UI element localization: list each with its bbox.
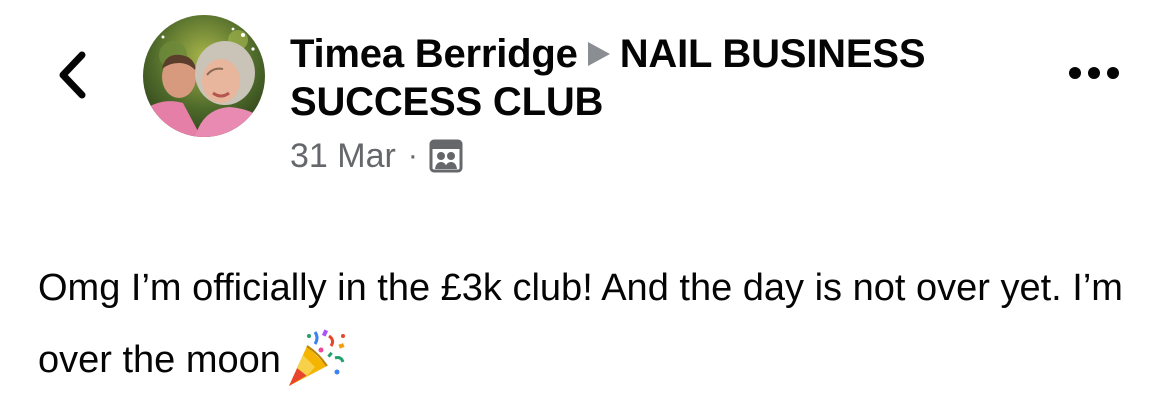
avatar-photo <box>143 15 265 137</box>
back-button[interactable] <box>44 42 100 108</box>
post-text: Omg I’m officially in the £3k club! And … <box>38 252 1148 396</box>
post-header: Timea Berridge NAIL BUSINESS SUCCESS CLUB… <box>290 30 990 176</box>
post-message: Omg I’m officially in the £3k club! And … <box>38 267 1123 381</box>
author-name[interactable]: Timea Berridge <box>290 32 578 76</box>
group-photo-icon[interactable] <box>428 138 464 174</box>
party-popper-icon <box>288 329 345 386</box>
chevron-left-icon <box>59 51 86 99</box>
meta-separator: · <box>407 139 418 172</box>
post-title: Timea Berridge NAIL BUSINESS SUCCESS CLUB <box>290 30 990 126</box>
triangle-right-icon <box>587 42 610 66</box>
post-meta: 31 Mar · <box>290 136 990 176</box>
more-horizontal-icon <box>1069 67 1119 79</box>
more-options-button[interactable] <box>1064 50 1124 96</box>
avatar[interactable] <box>143 15 265 137</box>
post-date[interactable]: 31 Mar <box>290 136 396 176</box>
